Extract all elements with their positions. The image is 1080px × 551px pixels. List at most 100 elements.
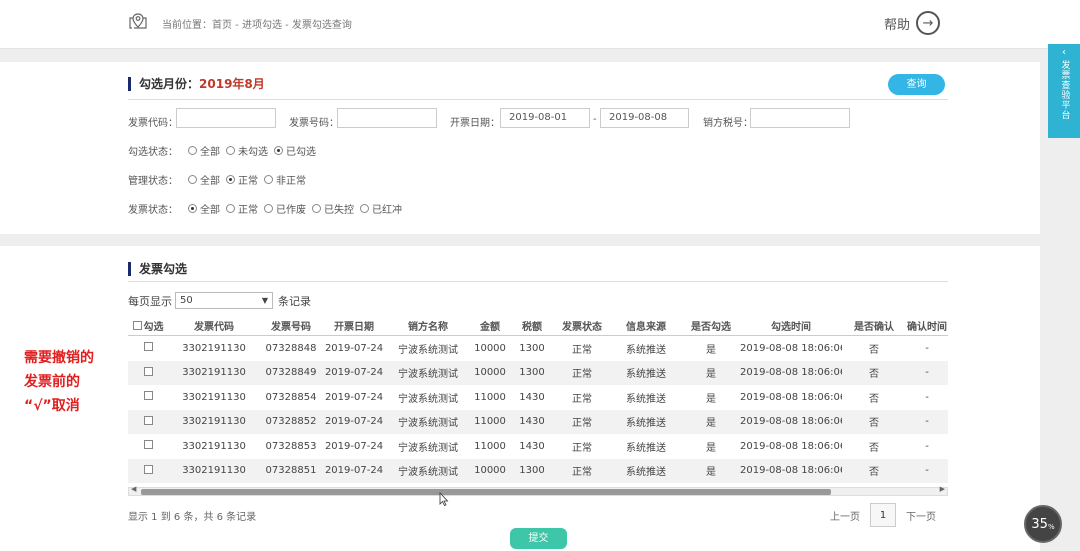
cell-confirm-time: - [925,367,929,379]
invoice-number-label: 发票号码： [289,118,339,129]
radio-abnormal[interactable] [264,175,273,184]
date-label: 开票日期： [450,118,500,129]
cell-number: 07328854 [265,391,317,403]
cell-confirmed: 否 [869,467,879,479]
radio-normal[interactable] [226,175,235,184]
page-number-button[interactable]: 1 [870,503,896,527]
radio-label: 非正常 [276,176,306,187]
row-checkbox[interactable] [143,464,153,474]
cell-tax: 1300 [519,465,545,477]
zoom-unit: % [1047,522,1055,531]
top-bar: 当前位置：首页 - 进项勾选 - 发票勾选查询 帮助 → [0,0,1080,49]
radio-red-reversed[interactable] [360,204,369,213]
mouse-cursor-icon [439,492,449,506]
scrollbar-thumb[interactable] [141,489,831,495]
cell-date: 2019-07-24 [324,342,384,354]
zoom-value: 35 [1031,516,1048,532]
radio-label: 已作废 [276,205,306,216]
table-row[interactable]: 3302191130 07328852 2019-07-24 宁波系统测试 11000 1… [128,409,948,434]
cell-number: 07328851 [265,465,317,477]
cell-tax: 1300 [519,342,545,354]
location-icon [129,13,147,29]
side-tab-label: 发票查验平台 [1059,60,1070,120]
invoice-verify-side-tab[interactable]: ‹ 发票查验平台 [1048,44,1080,138]
per-page-select[interactable]: 50 ▼ [175,292,273,309]
table-row[interactable]: 3302191130 07328848 2019-07-24 宁波系统测试 10000 1… [128,336,948,361]
cell-seller: 宁波系统测试 [398,393,458,405]
cell-amount: 11000 [474,416,506,428]
date-to-input[interactable]: 2019-08-08 [600,108,689,128]
table-row[interactable]: 3302191130 07328854 2019-07-24 宁波系统测试 11000 1… [128,385,948,410]
header-select-all[interactable]: 勾选 [128,318,168,333]
table-row[interactable]: 3302191130 07328851 2019-07-24 宁波系统测试 10000 1… [128,458,948,483]
cell-code: 3302191130 [182,440,246,452]
cell-number: 07328849 [265,367,317,379]
radio-normal[interactable] [226,204,235,213]
cell-code: 3302191130 [182,416,246,428]
column-header: 确认时间 [907,321,947,333]
invoice-number-input[interactable] [337,108,437,128]
cell-time: 2019-08-08 18:06:06 [740,391,842,403]
cell-code: 3302191130 [182,367,246,379]
cell-selected: 是 [706,418,716,430]
next-page-button[interactable]: 下一页 [906,508,936,523]
radio-all[interactable] [188,204,197,213]
cell-number: 07328852 [265,416,317,428]
horizontal-scrollbar[interactable]: ◀ ▶ [128,485,948,496]
column-header: 销方名称 [408,321,448,333]
table-row[interactable]: 3302191130 07328849 2019-07-24 宁波系统测试 10000 1… [128,360,948,385]
radio-label: 已失控 [324,205,354,216]
table-row[interactable]: 3302191130 07328853 2019-07-24 宁波系统测试 11000 1… [128,434,948,459]
divider [128,281,948,282]
row-checkbox[interactable] [143,342,153,352]
cell-selected: 是 [706,442,716,454]
radio-all[interactable] [188,175,197,184]
radio-selected[interactable] [274,146,283,155]
row-checkbox-cell [128,391,168,403]
cell-confirmed: 否 [869,393,879,405]
cell-status: 正常 [572,369,592,381]
prev-page-button[interactable]: 上一页 [830,508,860,523]
cell-confirmed: 否 [869,369,879,381]
row-checkbox[interactable] [143,366,153,376]
row-checkbox[interactable] [143,440,153,450]
cell-confirm-time: - [925,440,929,452]
invoice-code-input[interactable] [176,108,276,128]
cell-date: 2019-07-24 [324,416,384,428]
radio-unselected[interactable] [226,146,235,155]
scroll-right-icon[interactable]: ▶ [940,485,945,493]
cell-amount: 10000 [474,465,506,477]
row-checkbox[interactable] [143,415,153,425]
select-status-group: 勾选状态： 全部 未勾选 已勾选 [128,143,316,158]
radio-voided[interactable] [264,204,273,213]
cell-selected: 是 [706,369,716,381]
scroll-left-icon[interactable]: ◀ [131,485,136,493]
cell-code: 3302191130 [182,342,246,354]
column-header: 发票状态 [562,321,602,333]
help-button[interactable]: 帮助 → [884,11,940,35]
radio-label: 正常 [238,205,258,216]
cell-source: 系统推送 [626,393,666,405]
month-label: 勾选月份： [139,77,200,91]
cell-status: 正常 [572,442,592,454]
cell-tax: 1430 [519,416,545,428]
row-checkbox[interactable] [143,391,153,401]
seller-tax-input[interactable] [750,108,850,128]
cell-selected: 是 [706,393,716,405]
cell-selected: 是 [706,344,716,356]
invoice-status-group: 发票状态： 全部 正常 已作废 已失控 已红冲 [128,201,402,216]
date-from-input[interactable]: 2019-08-01 [500,108,590,128]
invoice-code-label: 发票代码： [128,118,178,129]
cell-seller: 宁波系统测试 [398,418,458,430]
filter-panel: 勾选月份：2019年8月 查询 发票代码： 发票号码： 开票日期： 2019-0… [0,62,1040,234]
zoom-indicator[interactable]: 35% [1024,505,1062,543]
cell-confirmed: 否 [869,418,879,430]
cell-status: 正常 [572,467,592,479]
radio-out-of-control[interactable] [312,204,321,213]
cell-status: 正常 [572,393,592,405]
manage-status-label: 管理状态： [128,176,178,187]
checkbox[interactable] [132,320,142,330]
submit-button[interactable]: 提交 [510,528,567,549]
radio-all[interactable] [188,146,197,155]
query-button[interactable]: 查询 [888,74,945,95]
